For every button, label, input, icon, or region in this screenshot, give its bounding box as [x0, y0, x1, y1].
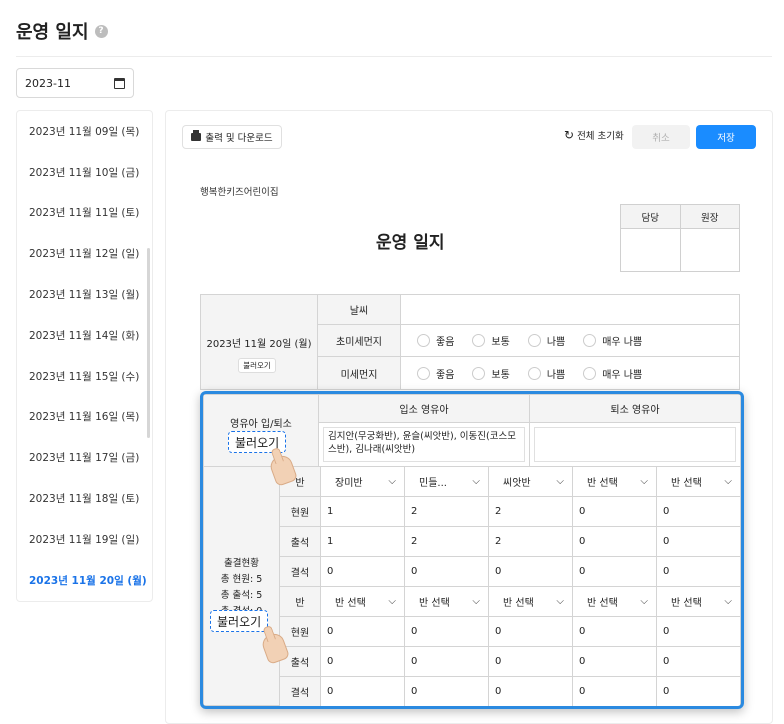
org-name: 행복한키즈어린이집 — [200, 187, 279, 198]
date-list-item[interactable]: 2023년 11월 19일 (일) — [17, 519, 152, 560]
load-attendance-callout[interactable]: 불러오기 — [210, 610, 269, 632]
fine-dust-option[interactable]: 좋음 — [417, 366, 454, 381]
document-title: 운영 일지 — [376, 233, 445, 253]
print-download-label: 출력 및 다운로드 — [205, 133, 273, 144]
radio-button[interactable] — [417, 334, 430, 347]
sign-header-director: 원장 — [679, 204, 740, 229]
date-list-item[interactable]: 2023년 11월 18일 (토) — [17, 478, 152, 519]
fine-dust-option[interactable]: 매우 나쁨 — [583, 366, 642, 381]
radio-button[interactable] — [417, 366, 430, 380]
weather-input[interactable] — [400, 294, 740, 325]
radio-button[interactable] — [472, 334, 486, 347]
date-list-scrollbar[interactable] — [147, 248, 150, 438]
journal-date: 2023년 11월 20일 (월) — [206, 338, 312, 350]
radio-label: 보통 — [491, 369, 510, 381]
ultrafine-dust-option[interactable]: 보통 — [472, 333, 510, 348]
reset-all-button[interactable]: ↻ 전체 초기화 — [564, 128, 624, 142]
date-list-item[interactable]: 2023년 11월 09일 (목) — [17, 111, 152, 152]
page-title-text: 운영 일지 — [16, 22, 89, 43]
date-list: 2023년 11월 09일 (목) 2023년 11월 10일 (금) 2023년 … — [16, 110, 153, 602]
journal-date-cell: 2023년 11월 20일 (월) — [200, 294, 318, 390]
date-list-item[interactable]: 2023년 11월 15일 (수) — [17, 356, 152, 397]
page-title: 운영 일지 ? — [16, 18, 108, 44]
title-divider — [16, 56, 772, 57]
load-weather-button[interactable]: 불러오기 — [238, 358, 276, 373]
sign-box-director[interactable] — [679, 228, 740, 272]
ultrafine-dust-option[interactable]: 좋음 — [417, 333, 454, 348]
radio-label: 보통 — [491, 337, 510, 348]
radio-label: 나쁨 — [546, 337, 566, 348]
date-list-item[interactable]: 2023년 11월 11일 (토) — [17, 193, 152, 234]
date-list-item[interactable]: 2023년 11월 14일 (화) — [17, 315, 152, 356]
radio-label: 나쁨 — [546, 369, 566, 381]
radio-button[interactable] — [583, 334, 597, 347]
date-list-item[interactable]: 2023년 11월 20일 (월) — [17, 560, 152, 601]
radio-label: 매우 나쁨 — [602, 337, 643, 348]
radio-button[interactable] — [527, 366, 541, 380]
radio-label: 매우 나쁨 — [602, 369, 643, 381]
ultrafine-dust-label: 초미세먼지 — [317, 324, 401, 357]
weather-label: 날씨 — [317, 294, 401, 325]
fine-dust-options: 좋음 보통 나쁨 매우 나쁨 — [400, 356, 740, 390]
radio-button[interactable] — [583, 366, 597, 380]
fine-dust-label: 미세먼지 — [317, 356, 401, 390]
sign-header-manager: 담당 — [620, 204, 681, 229]
radio-label: 좋음 — [436, 337, 455, 348]
date-list-item[interactable]: 2023년 11월 10일 (금) — [17, 152, 152, 193]
fine-dust-option[interactable]: 보통 — [472, 366, 510, 381]
approval-sign-table: 담당 원장 — [620, 204, 740, 272]
ultrafine-dust-option[interactable]: 나쁨 — [527, 333, 566, 348]
cancel-button[interactable]: 취소 — [632, 125, 690, 149]
month-picker-value: 2023-11 — [25, 76, 71, 90]
radio-button[interactable] — [527, 334, 541, 347]
radio-button[interactable] — [472, 366, 486, 380]
printer-icon — [191, 130, 202, 141]
sign-box-manager[interactable] — [620, 228, 681, 272]
date-list-item[interactable]: 2023년 11월 16일 (목) — [17, 397, 152, 438]
print-download-button[interactable]: 출력 및 다운로드 — [182, 125, 282, 149]
month-picker-input[interactable]: 2023-11 — [16, 68, 134, 98]
radio-label: 좋음 — [436, 369, 455, 381]
date-list-item[interactable]: 2023년 11월 13일 (월) — [17, 274, 152, 315]
date-list-item[interactable]: 2023년 11월 12일 (일) — [17, 233, 152, 274]
reset-all-label: 전체 초기화 — [577, 131, 624, 142]
calendar-icon[interactable] — [114, 77, 125, 89]
ultrafine-dust-options: 좋음 보통 나쁨 매우 나쁨 — [400, 324, 740, 357]
help-icon[interactable]: ? — [94, 24, 108, 38]
save-button[interactable]: 저장 — [696, 125, 756, 149]
refresh-icon: ↻ — [564, 128, 575, 142]
date-list-item[interactable]: 2023년 11월 17일 (금) — [17, 437, 152, 478]
fine-dust-option[interactable]: 나쁨 — [527, 366, 566, 381]
ultrafine-dust-option[interactable]: 매우 나쁨 — [583, 333, 642, 348]
